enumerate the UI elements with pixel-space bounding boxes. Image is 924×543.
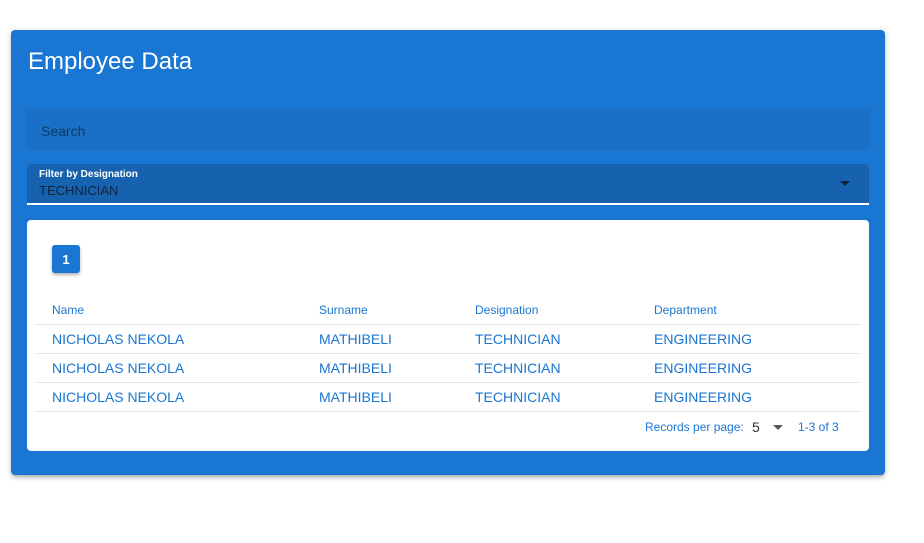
- filter-label: Filter by Designation: [39, 169, 138, 180]
- table-row[interactable]: NICHOLAS NEKOLA MATHIBELI TECHNICIAN ENG…: [36, 382, 860, 412]
- cell-department: ENGINEERING: [638, 324, 860, 354]
- dropdown-arrow-icon[interactable]: [840, 181, 850, 186]
- employee-data-card: Employee Data Filter by Designation TECH…: [11, 30, 885, 475]
- column-header-surname[interactable]: Surname: [303, 296, 459, 325]
- records-per-page-arrow-icon[interactable]: [773, 425, 783, 430]
- cell-department: ENGINEERING: [638, 382, 860, 412]
- cell-designation: TECHNICIAN: [459, 324, 638, 354]
- table-row[interactable]: NICHOLAS NEKOLA MATHIBELI TECHNICIAN ENG…: [36, 324, 860, 354]
- page-title: Employee Data: [28, 48, 193, 75]
- cell-name: NICHOLAS NEKOLA: [36, 353, 303, 383]
- table-header-row: Name Surname Designation Department: [36, 296, 860, 325]
- cell-designation: TECHNICIAN: [459, 353, 638, 383]
- table-footer: Records per page: 5 1-3 of 3: [27, 419, 869, 440]
- records-per-page-label: Records per page:: [645, 420, 744, 434]
- cell-surname: MATHIBELI: [303, 324, 459, 354]
- page-1-button[interactable]: 1: [52, 245, 80, 273]
- designation-filter-select[interactable]: Filter by Designation TECHNICIAN: [27, 164, 869, 205]
- table-row[interactable]: NICHOLAS NEKOLA MATHIBELI TECHNICIAN ENG…: [36, 353, 860, 383]
- cell-name: NICHOLAS NEKOLA: [36, 382, 303, 412]
- cell-surname: MATHIBELI: [303, 382, 459, 412]
- pagination-range: 1-3 of 3: [798, 420, 839, 434]
- records-per-page-select[interactable]: 5: [752, 419, 760, 435]
- cell-department: ENGINEERING: [638, 353, 860, 383]
- cell-name: NICHOLAS NEKOLA: [36, 324, 303, 354]
- cell-surname: MATHIBELI: [303, 353, 459, 383]
- filter-selected-value[interactable]: TECHNICIAN: [39, 183, 118, 199]
- employee-table: Name Surname Designation Department NICH…: [36, 296, 860, 412]
- column-header-designation[interactable]: Designation: [459, 296, 638, 325]
- cell-designation: TECHNICIAN: [459, 382, 638, 412]
- column-header-department[interactable]: Department: [638, 296, 860, 325]
- table-panel: 1 Name Surname Designation Department NI…: [27, 220, 869, 451]
- search-field[interactable]: [27, 109, 869, 152]
- column-header-name[interactable]: Name: [36, 296, 303, 325]
- search-input[interactable]: [39, 109, 861, 152]
